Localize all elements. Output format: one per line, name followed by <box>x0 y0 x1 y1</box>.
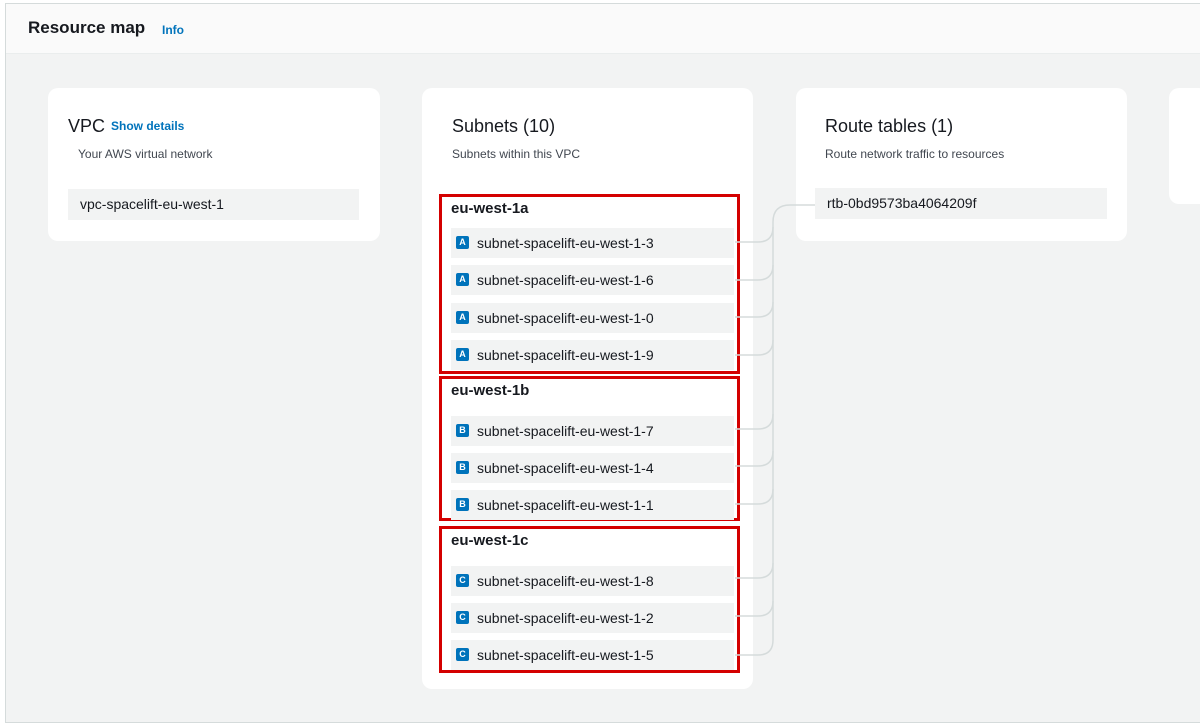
subnet-name: subnet-spacelift-eu-west-1-2 <box>477 610 654 626</box>
az-a-badge-icon: A <box>456 348 469 361</box>
subnet-name: subnet-spacelift-eu-west-1-7 <box>477 423 654 439</box>
subnet-name: subnet-spacelift-eu-west-1-5 <box>477 647 654 663</box>
az-b-badge-icon: B <box>456 498 469 511</box>
vpc-card: VPC Show details Your AWS virtual networ… <box>48 88 380 241</box>
az-a-badge-icon: A <box>456 273 469 286</box>
subnet-item[interactable]: A subnet-spacelift-eu-west-1-3 <box>451 228 734 258</box>
subnet-item[interactable]: A subnet-spacelift-eu-west-1-0 <box>451 303 734 333</box>
az-a-badge-icon: A <box>456 311 469 324</box>
subnet-item[interactable]: C subnet-spacelift-eu-west-1-5 <box>451 640 734 670</box>
subnet-name: subnet-spacelift-eu-west-1-9 <box>477 347 654 363</box>
az-label: eu-west-1b <box>451 382 530 399</box>
vpc-item[interactable]: vpc-spacelift-eu-west-1 <box>68 189 359 220</box>
info-link[interactable]: Info <box>162 23 184 37</box>
az-c-badge-icon: C <box>456 648 469 661</box>
route-table-item[interactable]: rtb-0bd9573ba4064209f <box>815 188 1107 219</box>
az-label: eu-west-1c <box>451 532 529 549</box>
subnet-item[interactable]: C subnet-spacelift-eu-west-1-2 <box>451 603 734 633</box>
partial-card <box>1169 88 1200 204</box>
subnet-item[interactable]: A subnet-spacelift-eu-west-1-9 <box>451 340 734 370</box>
az-group-eu-west-1b: eu-west-1b B subnet-spacelift-eu-west-1-… <box>439 376 740 521</box>
subnet-name: subnet-spacelift-eu-west-1-0 <box>477 310 654 326</box>
route-tables-card-title: Route tables (1) <box>825 116 954 136</box>
subnet-name: subnet-spacelift-eu-west-1-4 <box>477 460 654 476</box>
panel-header: Resource map Info <box>6 4 1200 54</box>
subnet-name: subnet-spacelift-eu-west-1-6 <box>477 272 654 288</box>
subnet-name: subnet-spacelift-eu-west-1-1 <box>477 497 654 513</box>
az-group-eu-west-1a: eu-west-1a A subnet-spacelift-eu-west-1-… <box>439 194 740 374</box>
subnet-name: subnet-spacelift-eu-west-1-3 <box>477 235 654 251</box>
az-label: eu-west-1a <box>451 200 529 217</box>
subnet-item[interactable]: B subnet-spacelift-eu-west-1-7 <box>451 416 734 446</box>
subnet-item[interactable]: B subnet-spacelift-eu-west-1-4 <box>451 453 734 483</box>
show-details-link[interactable]: Show details <box>111 119 184 133</box>
az-b-badge-icon: B <box>456 424 469 437</box>
panel-title: Resource map <box>28 18 146 37</box>
subnet-item[interactable]: C subnet-spacelift-eu-west-1-8 <box>451 566 734 596</box>
route-tables-card-subtitle: Route network traffic to resources <box>825 147 1005 161</box>
subnets-card-subtitle: Subnets within this VPC <box>452 147 581 161</box>
az-c-badge-icon: C <box>456 574 469 587</box>
az-b-badge-icon: B <box>456 461 469 474</box>
az-c-badge-icon: C <box>456 611 469 624</box>
subnet-item[interactable]: A subnet-spacelift-eu-west-1-6 <box>451 265 734 295</box>
az-group-eu-west-1c: eu-west-1c C subnet-spacelift-eu-west-1-… <box>439 526 740 673</box>
route-tables-card: Route tables (1) Route network traffic t… <box>796 88 1127 241</box>
subnet-item[interactable]: B subnet-spacelift-eu-west-1-1 <box>451 490 734 520</box>
vpc-card-subtitle: Your AWS virtual network <box>78 147 213 161</box>
az-a-badge-icon: A <box>456 236 469 249</box>
vpc-card-title: VPC <box>68 116 106 136</box>
subnets-card-title: Subnets (10) <box>452 116 556 136</box>
subnet-name: subnet-spacelift-eu-west-1-8 <box>477 573 654 589</box>
